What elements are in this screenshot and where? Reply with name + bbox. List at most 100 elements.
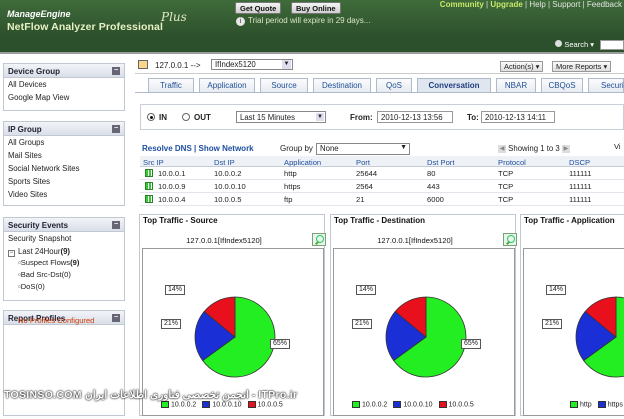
cell-src-ip: 10.0.0.1 xyxy=(158,169,186,178)
info-icon: i xyxy=(236,17,245,26)
legend-item: http xyxy=(570,401,592,408)
tree-item-dos[interactable]: ▫DoS(0) xyxy=(4,282,124,294)
sidebar-item-all-groups[interactable]: All Groups xyxy=(4,136,124,149)
cell-dst-port: 6000 xyxy=(427,195,444,204)
collapse-icon[interactable]: − xyxy=(112,221,120,229)
col-port[interactable]: Port xyxy=(356,158,370,167)
more-reports-menu[interactable]: More Reports ▾ xyxy=(552,61,612,72)
show-network-link[interactable]: Show Network xyxy=(199,144,254,153)
tab-destination[interactable]: Destination xyxy=(313,78,371,92)
bad-src-dst-label: Bad Src-Dst(0) xyxy=(20,270,71,279)
sidebar-item-sports-sites[interactable]: Sports Sites xyxy=(4,175,124,188)
search-input[interactable] xyxy=(600,40,624,50)
group-by: Group by None ▼ xyxy=(280,143,410,155)
chevron-down-icon: ▼ xyxy=(316,113,324,121)
cell-dst-ip: 10.0.0.2 xyxy=(214,169,242,178)
period-select[interactable]: Last 15 Minutes ▼ xyxy=(236,111,326,123)
pie-label: 14% xyxy=(546,285,567,295)
col-protocol[interactable]: Protocol xyxy=(498,158,526,167)
interface-value: IfIndex5120 xyxy=(215,60,256,69)
home-icon[interactable] xyxy=(138,60,148,69)
group-by-select[interactable]: None ▼ xyxy=(316,143,410,155)
sidebar-item-mail-sites[interactable]: Mail Sites xyxy=(4,149,124,162)
group-by-label: Group by xyxy=(280,144,313,153)
sidebar-item-video-sites[interactable]: Video Sites xyxy=(4,188,124,201)
view-label[interactable]: Vi xyxy=(614,142,621,151)
graph-icon[interactable] xyxy=(145,195,153,203)
resolve-dns-link[interactable]: Resolve DNS xyxy=(142,144,192,153)
search-toggle[interactable]: Search ▾ xyxy=(555,40,594,49)
table-row[interactable]: 10.0.0.4 10.0.0.5 ftp 21 6000 TCP 111111 xyxy=(140,193,624,206)
chart-subtitle-source: 127.0.0.1[IfIndex5120] xyxy=(186,236,262,245)
search-icon xyxy=(555,40,563,47)
col-dst-port[interactable]: Dst Port xyxy=(427,158,454,167)
next-page-icon[interactable]: ▶ xyxy=(561,144,570,153)
pie-label: 21% xyxy=(542,319,563,329)
feedback-link[interactable]: Feedback xyxy=(587,0,622,9)
cell-port: 25644 xyxy=(356,169,378,178)
community-link[interactable]: Community xyxy=(440,0,484,9)
buy-online-button[interactable]: Buy Online xyxy=(291,2,341,14)
sidebar-item-google-map[interactable]: Google Map View xyxy=(4,91,124,104)
tab-cbqos[interactable]: CBQoS xyxy=(541,78,583,92)
no-profiles-text: No Profiles Configured xyxy=(18,316,95,325)
zoom-icon[interactable] xyxy=(503,233,517,246)
plot-area: 14% 21% http https xyxy=(523,248,624,416)
tab-traffic[interactable]: Traffic xyxy=(148,78,194,92)
graph-icon[interactable] xyxy=(145,182,153,190)
sidebar-item-social-network[interactable]: Social Network Sites xyxy=(4,162,124,175)
last-24hour-count: (9) xyxy=(60,247,71,256)
actions-menu[interactable]: Action(s) ▾ xyxy=(500,61,544,72)
from-date-input[interactable]: 2010-12-13 13:56 xyxy=(377,111,453,123)
legend-item: https xyxy=(597,401,623,408)
chart-card-destination: Top Traffic - Destination 127.0.0.1[IfIn… xyxy=(330,214,517,416)
table-row[interactable]: 10.0.0.9 10.0.0.10 https 2564 443 TCP 11… xyxy=(140,180,624,193)
out-radio[interactable] xyxy=(182,113,190,121)
legend-label: http xyxy=(580,401,592,409)
cell-src-ip: 10.0.0.4 xyxy=(158,195,186,204)
breadcrumb-ip[interactable]: 127.0.0.1 --> xyxy=(155,61,201,70)
to-date-input[interactable]: 2010-12-13 14:11 xyxy=(481,111,555,123)
collapse-icon[interactable]: − xyxy=(112,67,120,75)
chart-title-destination: Top Traffic - Destination xyxy=(334,216,425,225)
get-quote-button[interactable]: Get Quote xyxy=(235,2,282,14)
tab-qos[interactable]: QoS xyxy=(376,78,412,92)
brand-title: NetFlow Analyzer Professional xyxy=(7,21,163,33)
cell-application: http xyxy=(284,169,297,178)
support-link[interactable]: Support xyxy=(552,0,580,9)
col-dscp[interactable]: DSCP xyxy=(569,158,590,167)
sidebar-item-all-devices[interactable]: All Devices xyxy=(4,78,124,91)
last-24hour-node[interactable]: − Last 24Hour(9) xyxy=(4,245,124,258)
collapse-icon[interactable]: − xyxy=(112,125,120,133)
security-events-panel: Security Events − Security Snapshot − Last… xyxy=(3,217,125,301)
watermark-text: TOSINSO.COM انجمن تخصصی فناوری اطلاعات ا… xyxy=(4,389,298,401)
tab-security[interactable]: Securi xyxy=(588,78,624,92)
collapse-icon[interactable]: − xyxy=(112,314,120,322)
first-page-icon[interactable]: ◀ xyxy=(498,144,506,153)
tree-item-suspect-flows[interactable]: ▫Suspect Flows(9) xyxy=(4,258,124,270)
chart-subtitle-destination: 127.0.0.1[IfIndex5120] xyxy=(377,236,453,245)
tree-toggle-icon[interactable]: − xyxy=(8,250,15,257)
graph-icon[interactable] xyxy=(145,169,153,177)
interface-select[interactable]: IfIndex5120 ▼ xyxy=(211,59,293,70)
in-radio[interactable] xyxy=(147,113,155,121)
help-link[interactable]: Help xyxy=(529,0,545,9)
tree-item-bad-src-dst[interactable]: ▫Bad Src-Dst(0) xyxy=(4,270,124,282)
upgrade-link[interactable]: Upgrade xyxy=(490,0,522,9)
chevron-down-icon: ▼ xyxy=(400,144,407,151)
tab-conversation[interactable]: Conversation xyxy=(417,78,491,92)
table-row[interactable]: 10.0.0.1 10.0.0.2 http 25644 80 TCP 1111… xyxy=(140,167,624,180)
tab-source[interactable]: Source xyxy=(260,78,308,92)
col-application[interactable]: Application xyxy=(284,158,321,167)
period-value: Last 15 Minutes xyxy=(240,113,296,122)
pie-label: 21% xyxy=(352,319,373,329)
col-src-ip[interactable]: Src IP xyxy=(143,158,164,167)
trial-text: Trial period will expire in 29 days... xyxy=(248,16,371,25)
suspect-flows-count: (9) xyxy=(70,258,80,267)
cell-dst-ip: 10.0.0.10 xyxy=(214,182,246,191)
security-snapshot-link[interactable]: Security Snapshot xyxy=(4,232,124,245)
tab-application[interactable]: Application xyxy=(199,78,255,92)
cell-dst-port: 443 xyxy=(427,182,440,191)
col-dst-ip[interactable]: Dst IP xyxy=(214,158,235,167)
tab-nbar[interactable]: NBAR xyxy=(496,78,536,92)
